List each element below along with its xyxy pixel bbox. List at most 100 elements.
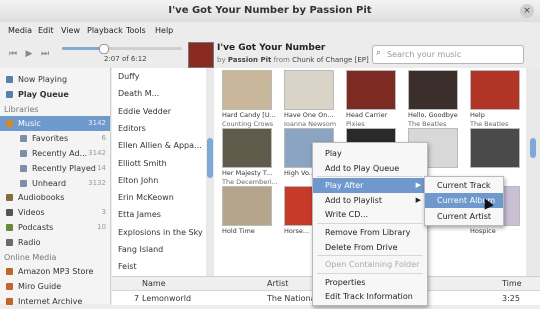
sidebar-item[interactable]: Videos 3 xyxy=(0,205,110,220)
search-input[interactable]: ⌕ Search your music xyxy=(372,45,524,64)
context-menu-label: Edit Track Information xyxy=(325,292,413,302)
menu-tools[interactable]: Tools xyxy=(126,26,146,35)
context-menu-item[interactable]: Remove From Library xyxy=(313,225,427,240)
artist-list-item[interactable]: Feist xyxy=(118,262,137,271)
now-playing-album: Chunk of Change [EP] xyxy=(292,56,369,64)
sidebar-item[interactable]: Now Playing xyxy=(0,72,110,87)
store-icon xyxy=(6,283,13,291)
menu-separator xyxy=(317,255,423,257)
album-title: Hello, Goodbye xyxy=(408,111,458,119)
album-cover[interactable] xyxy=(408,70,458,110)
album-cover[interactable] xyxy=(470,128,520,168)
from-label: from xyxy=(273,56,290,64)
sidebar-item[interactable]: Music 3142 xyxy=(0,116,110,132)
context-menu-item[interactable]: Add to Play Queue xyxy=(313,161,427,176)
album-art-thumbnail xyxy=(188,42,214,68)
sidebar-item-count: 3142 xyxy=(88,149,106,157)
submenu-item[interactable]: Current Artist xyxy=(425,209,503,224)
context-menu-label: Add to Playlist xyxy=(325,195,383,205)
album-cover[interactable] xyxy=(222,128,272,168)
window-title: I've Got Your Number by Passion Pit xyxy=(168,5,372,16)
track-name: Lemonworld xyxy=(142,294,192,303)
artist-list-item[interactable]: Eddie Vedder xyxy=(118,107,171,116)
menu-separator xyxy=(317,223,423,224)
search-placeholder: Search your music xyxy=(387,50,462,59)
sidebar-item-count: 10 xyxy=(97,223,106,231)
context-menu-item: Open Containing Folder xyxy=(313,257,427,272)
album-cover[interactable] xyxy=(222,186,272,226)
album-cover[interactable] xyxy=(222,70,272,110)
context-menu-item[interactable]: Edit Track Information xyxy=(313,289,427,304)
artist-list-item[interactable]: Ellen Allien & Appa... xyxy=(118,141,202,150)
menu-help[interactable]: Help xyxy=(155,26,173,35)
album-title: Her Majesty T... xyxy=(222,169,273,177)
artist-list-item[interactable]: Erin McKeown xyxy=(118,193,174,202)
artist-list-item[interactable]: Duffy xyxy=(118,72,139,81)
sidebar: Now Playing Play Queue Libraries Music 3142 F… xyxy=(0,68,111,306)
submenu-label: Current Track xyxy=(437,181,491,190)
sidebar-item[interactable]: Play Queue xyxy=(0,87,110,102)
artist-list-item[interactable]: Etta James xyxy=(118,210,161,219)
album-cover[interactable] xyxy=(346,70,396,110)
album-scrollbar[interactable] xyxy=(526,68,540,276)
submenu-item[interactable]: Current Track xyxy=(425,178,503,193)
chevron-right-icon: ▶ xyxy=(415,181,421,190)
close-icon[interactable]: × xyxy=(520,4,534,18)
sidebar-item-label: Recently Ad... xyxy=(32,149,88,158)
context-menu-item[interactable]: Write CD... xyxy=(313,207,427,222)
menu-view[interactable]: View xyxy=(61,26,80,35)
store-icon xyxy=(6,268,13,276)
sidebar-item[interactable]: Miro Guide xyxy=(0,279,110,294)
sidebar-item[interactable]: Recently Ad... 3142 xyxy=(0,146,110,161)
context-menu-item[interactable]: Add to Playlist ▶ xyxy=(313,193,427,208)
context-menu-item[interactable]: Properties xyxy=(313,275,427,290)
artist-list-item[interactable]: Editors xyxy=(118,124,146,133)
context-menu: Play Add to Play Queue Play After ▶ Add to P… xyxy=(312,142,428,306)
sidebar-item-label: Unheard xyxy=(32,178,67,188)
podcast-icon xyxy=(6,224,13,231)
sidebar-item[interactable]: Audiobooks xyxy=(0,190,110,205)
artist-scroll-thumb[interactable] xyxy=(207,138,213,178)
seek-handle[interactable] xyxy=(98,44,109,54)
context-menu-label: Play After xyxy=(325,181,364,191)
artist-list-item[interactable]: Elton John xyxy=(118,176,158,185)
album-artist: The Decemberi... xyxy=(222,178,278,186)
sidebar-item[interactable]: Amazon MP3 Store xyxy=(0,264,110,279)
play-icon[interactable]: ▶ xyxy=(22,48,36,60)
album-title: Head Carrier xyxy=(346,111,388,119)
sidebar-item[interactable]: Radio xyxy=(0,235,110,250)
artist-list-item[interactable]: Explosions in the Sky xyxy=(118,228,203,237)
context-menu-label: Properties xyxy=(325,277,366,287)
column-artist[interactable]: Artist xyxy=(267,279,288,288)
sidebar-item-label: Miro Guide xyxy=(18,282,62,292)
context-menu-item[interactable]: Play After ▶ xyxy=(313,178,427,194)
column-time[interactable]: Time xyxy=(502,279,522,288)
next-icon[interactable]: ⏭ xyxy=(38,48,52,60)
previous-icon[interactable]: ⏮ xyxy=(6,48,20,60)
sidebar-item[interactable]: Unheard 3132 xyxy=(0,176,110,191)
album-artist: The Beatles xyxy=(408,120,447,128)
artist-list-item[interactable]: Fang Island xyxy=(118,245,163,254)
track-number: 7 xyxy=(134,294,140,303)
menu-playback[interactable]: Playback xyxy=(87,26,123,35)
artist-scrollbar[interactable] xyxy=(206,68,214,276)
menu-media[interactable]: Media xyxy=(8,26,32,35)
album-scroll-thumb[interactable] xyxy=(530,138,536,158)
menu-edit[interactable]: Edit xyxy=(38,26,54,35)
sidebar-item[interactable]: Podcasts 10 xyxy=(0,220,110,235)
now-playing-title: I've Got Your Number xyxy=(217,43,326,53)
album-title: Help xyxy=(470,111,485,119)
column-name[interactable]: Name xyxy=(142,279,166,288)
sidebar-item[interactable]: Recently Played 14 xyxy=(0,161,110,176)
album-artist: Pixies xyxy=(346,120,365,128)
seek-slider[interactable] xyxy=(62,44,182,54)
context-menu-item[interactable]: Delete From Drive xyxy=(313,240,427,255)
album-cover[interactable] xyxy=(284,70,334,110)
artist-list-item[interactable]: Death M... xyxy=(118,89,159,98)
context-menu-item[interactable]: Play xyxy=(313,146,427,161)
sidebar-item[interactable]: Favorites 6 xyxy=(0,131,110,146)
queue-icon xyxy=(6,90,13,98)
album-cover[interactable] xyxy=(470,70,520,110)
artist-list-item[interactable]: Elliott Smith xyxy=(118,159,167,168)
sidebar-item[interactable]: Internet Archive xyxy=(0,294,110,309)
